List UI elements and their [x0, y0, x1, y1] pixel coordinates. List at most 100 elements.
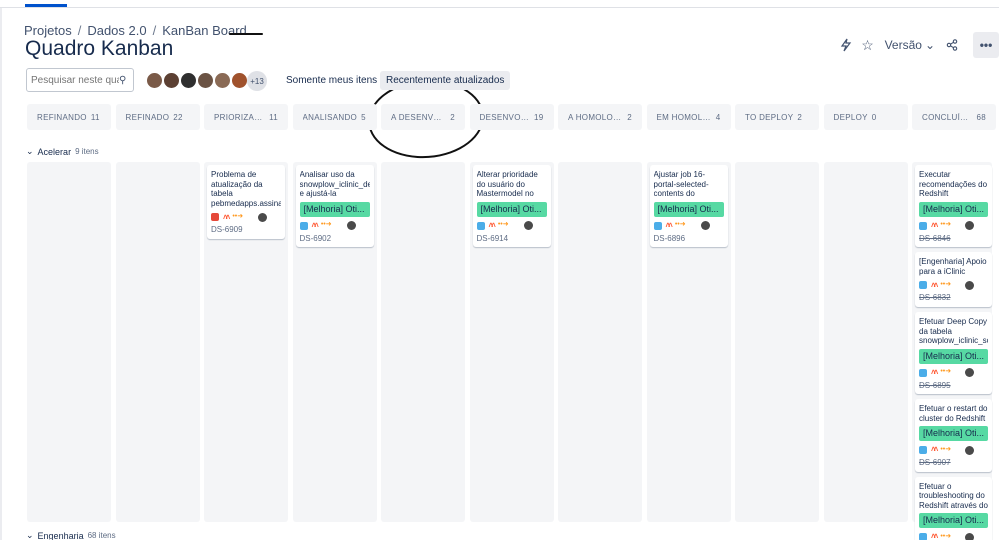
column-count: 0 — [871, 112, 877, 122]
issue-card[interactable]: Executar recomendações do Redshift [Melho… — [915, 165, 992, 248]
column-header[interactable]: A HOMOLOGAR 2 — [558, 104, 642, 130]
estimate-dots-icon: ••➜ — [940, 533, 952, 540]
priority-highest-icon: ˄˄ — [223, 212, 230, 222]
column-header[interactable]: PRIORIZADO 11 — [204, 104, 288, 130]
share-icon[interactable] — [941, 34, 963, 56]
breadcrumb-project[interactable]: Dados 2.0 — [87, 23, 146, 38]
issue-key[interactable]: DS-6895 — [919, 381, 988, 391]
task-checkbox-icon — [919, 446, 927, 455]
board-column: Executar recomendações do Redshift [Melho… — [912, 162, 992, 540]
star-icon[interactable]: ☆ — [857, 34, 879, 56]
task-checkbox-icon — [476, 221, 485, 230]
task-checkbox-icon — [919, 533, 927, 540]
estimate-dots-icon: ••➜ — [232, 213, 244, 221]
search-icon: ⚲ — [119, 74, 127, 86]
column-header[interactable]: ANALISANDO 5 — [292, 104, 377, 130]
board-column: Analisar uso da snowplow_iclinic_deri e … — [292, 162, 377, 522]
card-meta: ˄˄ ••➜ — [653, 221, 724, 231]
assignee-avatar[interactable] — [700, 221, 710, 231]
assignee-avatar[interactable] — [965, 532, 974, 540]
epic-badge: [Melhoria] Oti... — [476, 201, 547, 217]
version-label: Versão — [884, 38, 922, 52]
issue-key[interactable]: DS-6832 — [919, 293, 988, 303]
issue-card[interactable]: Analisar uso da snowplow_iclinic_deri e … — [295, 165, 374, 248]
column-name: A HOMOLOGAR — [568, 112, 623, 122]
lightning-icon[interactable] — [835, 34, 857, 56]
issue-card[interactable]: Ajustar job 16-portal-selected-contents … — [649, 165, 728, 248]
board-column — [27, 162, 111, 522]
column-name: EM HOMOLOGA... — [656, 112, 712, 122]
estimate-dots-icon: ••➜ — [497, 221, 509, 229]
bug-icon — [211, 213, 219, 222]
task-checkbox-icon — [919, 281, 927, 290]
priority-highest-icon: ˄˄ — [931, 367, 938, 377]
swimlane-header[interactable]: ⌄ Acelerar 9 itens — [26, 146, 99, 157]
column-header[interactable]: CONCLUÍDO 68 — [912, 104, 996, 130]
column-header[interactable]: DESENVOLVEN...19 — [469, 104, 554, 130]
assignee-avatar[interactable] — [346, 221, 356, 231]
assignee-avatar[interactable] — [965, 280, 974, 290]
assignee-avatar[interactable] — [965, 445, 974, 455]
card-summary: [Engenharia] Apoio para a iClinic — [919, 257, 987, 276]
issue-key[interactable]: DS-6846 — [919, 234, 988, 244]
breadcrumb-board[interactable]: KanBan Board — [162, 23, 247, 38]
column-header[interactable]: REFINADO 22 — [115, 104, 200, 130]
issue-card[interactable]: Efetuar Deep Copy da tabela snowplow_icl… — [915, 311, 992, 395]
issue-card[interactable]: Alterar prioridade do usuário do Masterm… — [472, 165, 551, 248]
column-header[interactable]: REFINANDO 11 — [27, 104, 111, 130]
version-dropdown[interactable]: Versão ⌄ — [885, 38, 935, 52]
board-column — [735, 162, 819, 522]
issue-key[interactable]: DS-6914 — [477, 234, 547, 244]
assignee-avatar[interactable] — [965, 221, 974, 231]
swimlane-header[interactable]: ⌄ Engenharia 68 itens — [26, 530, 116, 540]
card-summary: Analisar uso da snowplow_iclinic_deri e … — [299, 170, 370, 199]
issue-key[interactable]: DS-6909 — [211, 225, 281, 235]
swimlane-name: Engenharia — [37, 530, 84, 540]
filter-my-items[interactable]: Somente meus itens — [280, 71, 383, 90]
priority-highest-icon: ˄˄ — [931, 280, 938, 290]
more-avatars-badge[interactable]: +13 — [247, 71, 267, 91]
column-name: ANALISANDO — [302, 112, 358, 122]
column-header[interactable]: EM HOMOLOGA...4 — [646, 104, 731, 130]
column-count: 2 — [627, 112, 632, 122]
task-checkbox-icon — [299, 221, 308, 230]
card-meta: ˄˄ ••➜ — [211, 212, 281, 222]
column-name: REFINADO — [125, 112, 170, 122]
issue-key[interactable]: DS-6902 — [300, 234, 370, 244]
epic-badge: [Melhoria] Oti... — [919, 348, 988, 364]
column-header[interactable]: A DESENVOLVER 2 — [381, 104, 465, 130]
active-nav-indicator — [25, 4, 67, 7]
assignee-avatar[interactable] — [523, 221, 533, 231]
card-meta: ˄˄ ••➜ — [299, 221, 370, 231]
issue-card[interactable]: Efetuar o restart do cluster do Redshift… — [915, 399, 992, 472]
priority-highest-icon: ˄˄ — [931, 445, 938, 455]
breadcrumb-projects[interactable]: Projetos — [24, 23, 72, 38]
board-search: ⚲ — [26, 68, 134, 92]
more-options-button[interactable]: ••• — [973, 32, 999, 58]
column-count: 4 — [715, 112, 721, 122]
epic-badge: [Melhoria] Oti... — [919, 201, 988, 217]
card-summary: Problema de atualização da tabela pebmed… — [211, 170, 281, 208]
chevron-down-icon: ⌄ — [26, 530, 34, 540]
issue-key[interactable]: DS-6907 — [919, 458, 988, 468]
board-column: Problema de atualização da tabela pebmed… — [204, 162, 288, 522]
issue-key[interactable]: DS-6896 — [654, 234, 724, 244]
assignee-avatar[interactable] — [258, 212, 267, 222]
task-checkbox-icon — [919, 221, 927, 230]
chevron-down-icon: ⌄ — [26, 146, 34, 156]
search-input[interactable] — [31, 74, 119, 86]
filter-recently-updated[interactable]: Recentemente atualizados — [380, 71, 511, 90]
column-header[interactable]: TO DEPLOY 2 — [735, 104, 819, 130]
issue-card[interactable]: Efetuar o troubleshooting do Redshift at… — [915, 476, 992, 540]
issue-card[interactable]: [Engenharia] Apoio para a iClinic ˄˄ ••➜ DS… — [915, 252, 992, 307]
column-name: CONCLUÍDO — [922, 112, 973, 122]
column-headers: REFINANDO 11 REFINADO 22 PRIORIZADO 11 ANALISA… — [27, 104, 999, 130]
epic-badge: [Melhoria] Oti... — [299, 201, 370, 217]
column-header[interactable]: DEPLOY 0 — [823, 104, 908, 130]
issue-card[interactable]: Problema de atualização da tabela pebmed… — [207, 165, 285, 239]
header-actions: ☆ Versão ⌄ ••• — [835, 32, 999, 58]
priority-highest-icon: ˄˄ — [488, 220, 496, 230]
task-checkbox-icon — [653, 221, 662, 230]
column-count: 5 — [361, 112, 366, 122]
assignee-avatar[interactable] — [965, 368, 974, 378]
